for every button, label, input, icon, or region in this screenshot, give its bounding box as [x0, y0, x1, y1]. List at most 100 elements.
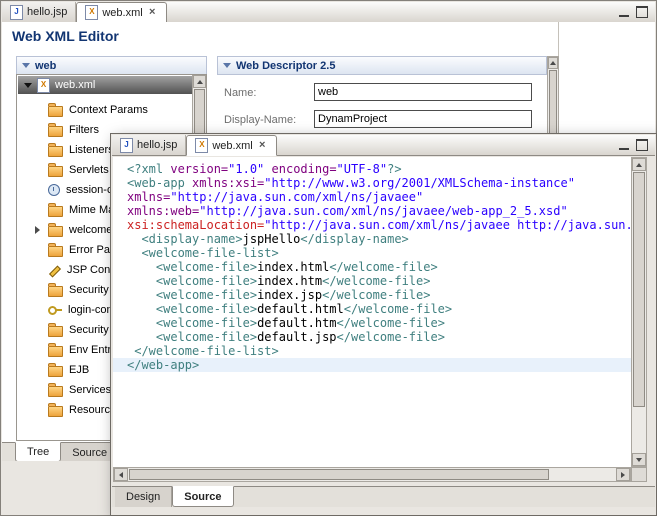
folder-icon	[48, 406, 63, 417]
name-label: Name:	[224, 87, 256, 99]
minimize-icon[interactable]	[619, 7, 629, 17]
tab-source[interactable]: Source	[172, 486, 233, 507]
scrollbar-thumb[interactable]	[549, 70, 557, 140]
xml-file-icon	[37, 78, 50, 93]
page-title: Web XML Editor	[12, 28, 119, 44]
folder-icon	[48, 366, 63, 377]
vertical-scrollbar[interactable]	[631, 157, 647, 467]
code-line[interactable]: </welcome-file-list>	[113, 344, 631, 358]
folder-icon	[48, 166, 63, 177]
folder-icon	[48, 286, 63, 297]
tab-label: hello.jsp	[137, 139, 177, 151]
fg-bottom-tab-bar: Design Source	[112, 486, 655, 507]
tab-design[interactable]: Design	[115, 487, 172, 507]
xml-file-icon	[85, 5, 98, 20]
minimize-icon[interactable]	[619, 140, 629, 150]
tree-item-label: Listeners	[69, 144, 114, 156]
display-name-input[interactable]	[314, 110, 532, 128]
scroll-left-icon[interactable]	[114, 468, 128, 481]
chevron-down-icon	[22, 63, 30, 68]
maximize-icon[interactable]	[636, 6, 648, 18]
expander-icon[interactable]	[35, 226, 40, 234]
tree-section-title: web	[35, 60, 56, 72]
code-line[interactable]: <welcome-file>index.htm</welcome-file>	[113, 274, 631, 288]
code-line[interactable]: xmlns="http://java.sun.com/xml/ns/javaee…	[113, 190, 631, 204]
key-icon	[48, 306, 62, 316]
tab-web-xml[interactable]: web.xml	[186, 135, 276, 156]
scroll-up-icon[interactable]	[193, 75, 206, 88]
display-name-field-row: Display-Name:	[224, 110, 537, 128]
folder-icon	[48, 106, 63, 117]
name-input[interactable]	[314, 83, 532, 101]
bg-window-buttons	[619, 2, 655, 22]
tree-item-label: Servlets	[69, 164, 109, 176]
tree-root-label: web.xml	[55, 79, 95, 91]
tree-item-label: Context Params	[69, 104, 148, 116]
code-line[interactable]: <welcome-file>default.html</welcome-file…	[113, 302, 631, 316]
scrollbar-corner	[631, 467, 647, 482]
descriptor-section-header[interactable]: Web Descriptor 2.5	[217, 56, 547, 75]
maximize-icon[interactable]	[636, 139, 648, 151]
tree-item[interactable]: Context Params	[18, 100, 193, 120]
name-field-row: Name:	[224, 83, 537, 101]
code-line[interactable]: <welcome-file>default.htm</welcome-file>	[113, 316, 631, 330]
tab-hello-jsp[interactable]: hello.jsp	[2, 2, 76, 22]
tab-tree[interactable]: Tree	[15, 442, 61, 462]
tab-label: Source	[72, 447, 107, 459]
horizontal-scrollbar[interactable]	[113, 467, 631, 482]
folder-icon	[48, 126, 63, 137]
tab-label: hello.jsp	[27, 6, 67, 18]
jsp-file-icon	[10, 5, 23, 20]
scrollbar-thumb[interactable]	[633, 172, 645, 407]
tab-label: Source	[184, 491, 221, 503]
tree-item-label: Services	[69, 384, 111, 396]
scroll-down-icon[interactable]	[632, 453, 646, 466]
tab-label: web.xml	[102, 7, 142, 19]
folder-icon	[48, 246, 63, 257]
folder-icon	[48, 206, 63, 217]
expander-icon[interactable]	[24, 83, 32, 88]
close-icon[interactable]	[257, 140, 268, 151]
chevron-down-icon	[223, 63, 231, 68]
tree-item-label: EJB	[69, 364, 89, 376]
code-line[interactable]: <welcome-file>index.jsp</welcome-file>	[113, 288, 631, 302]
tab-label: Design	[126, 491, 160, 503]
scroll-up-icon[interactable]	[548, 57, 558, 69]
tab-label: web.xml	[212, 140, 252, 152]
folder-icon	[48, 326, 63, 337]
close-icon[interactable]	[147, 7, 158, 18]
code-line[interactable]: <?xml version="1.0" encoding="UTF-8"?>	[113, 162, 631, 176]
folder-icon	[48, 386, 63, 397]
fg-editor-tab-bar: hello.jsp web.xml	[112, 135, 655, 156]
code-line[interactable]: <welcome-file>default.jsp</welcome-file>	[113, 330, 631, 344]
display-name-label: Display-Name:	[224, 114, 296, 126]
code-line[interactable]: <display-name>jspHello</display-name>	[113, 232, 631, 246]
folder-icon	[48, 146, 63, 157]
bg-editor-tab-bar: hello.jsp web.xml	[2, 2, 655, 23]
tree-root-web-xml[interactable]: web.xml	[18, 76, 193, 94]
screen: hello.jsp web.xml Web XML Editor web	[0, 0, 657, 516]
scrollbar-thumb[interactable]	[129, 469, 549, 480]
code-line[interactable]: xmlns:web="http://java.sun.com/xml/ns/ja…	[113, 204, 631, 218]
scroll-right-icon[interactable]	[616, 468, 630, 481]
code-line[interactable]: <welcome-file-list>	[113, 246, 631, 260]
fg-window-buttons	[619, 135, 655, 155]
xml-file-icon	[195, 138, 208, 153]
code-line[interactable]: <web-app xmlns:xsi="http://www.w3.org/20…	[113, 176, 631, 190]
folder-icon	[48, 226, 63, 237]
tree-section-header[interactable]: web	[16, 56, 207, 75]
code-line[interactable]: <welcome-file>index.html</welcome-file>	[113, 260, 631, 274]
code-line-current[interactable]: </web-app>	[113, 358, 631, 372]
code-line[interactable]: xsi:schemaLocation="http://java.sun.com/…	[113, 218, 631, 232]
session-icon	[48, 184, 60, 196]
tab-web-xml[interactable]: web.xml	[76, 2, 166, 23]
code-area[interactable]: <?xml version="1.0" encoding="UTF-8"?><w…	[113, 157, 631, 467]
scroll-up-icon[interactable]	[632, 158, 646, 171]
tree-item-label: Filters	[69, 124, 99, 136]
folder-icon	[48, 346, 63, 357]
jsp-file-icon	[120, 138, 133, 153]
descriptor-section-title: Web Descriptor 2.5	[236, 60, 335, 72]
tab-hello-jsp[interactable]: hello.jsp	[112, 135, 186, 155]
tab-label: Tree	[27, 446, 49, 458]
pencil-icon	[48, 264, 61, 277]
